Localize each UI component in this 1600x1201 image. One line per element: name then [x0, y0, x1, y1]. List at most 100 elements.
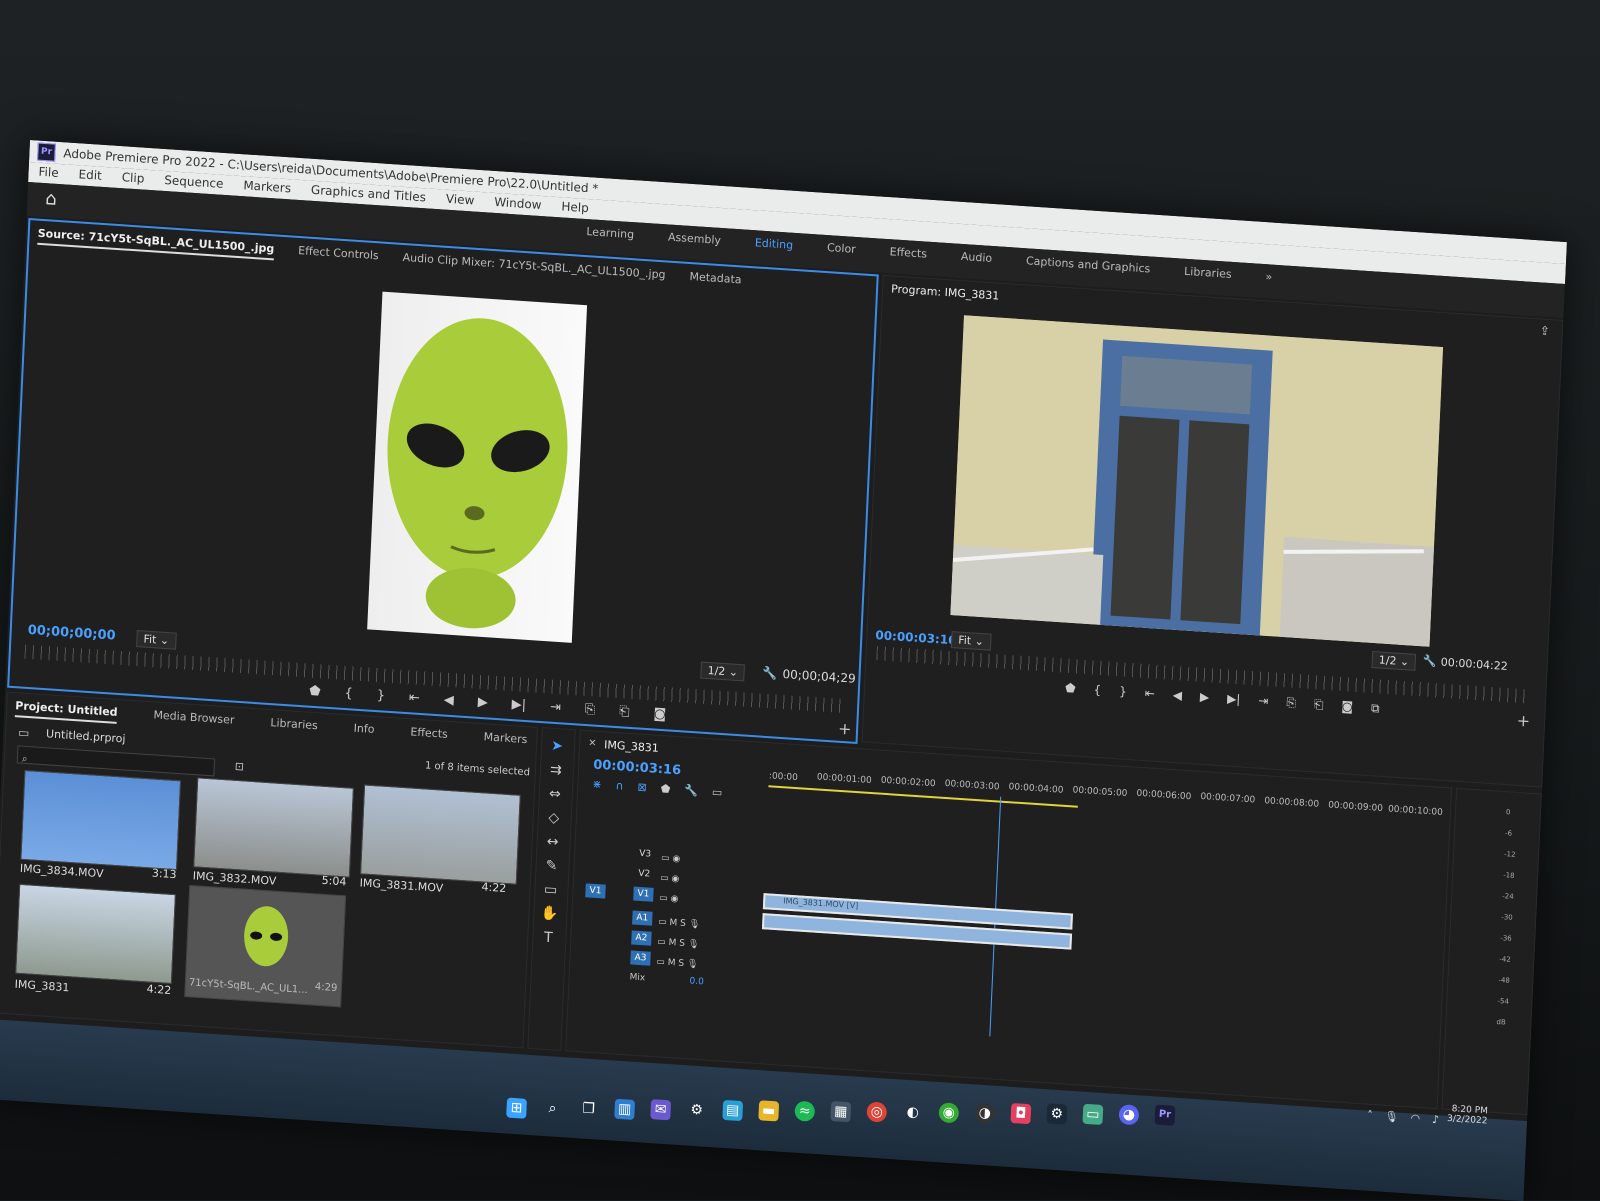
timeline-timecode[interactable]: 00:00:03:16 — [593, 758, 681, 779]
wrench-icon[interactable]: 🔧 — [762, 666, 778, 681]
menu-edit[interactable]: Edit — [78, 165, 102, 187]
mute-button[interactable]: M — [668, 938, 676, 949]
track-v2[interactable]: V2 — [634, 867, 654, 882]
linked-selection-icon[interactable]: ⊠ — [637, 781, 647, 795]
eye-icon[interactable]: ▭ ◉ — [661, 848, 681, 869]
pen-tool-icon[interactable]: ✎ — [542, 856, 561, 875]
tab-effect-controls[interactable]: Effect Controls — [298, 244, 379, 267]
solo-button[interactable]: S — [680, 919, 686, 929]
timeline-ruler[interactable]: :00:00 00:00:01:00 00:00:02:00 00:00:03:… — [768, 763, 1443, 843]
program-marker-icon[interactable]: ⬟ — [1065, 681, 1076, 697]
program-go-in-icon[interactable]: ⇤ — [1144, 686, 1155, 702]
step-forward-icon[interactable]: ▶| — [511, 697, 526, 713]
timeline-settings-icon[interactable]: 🔧 — [684, 784, 698, 798]
program-mark-in-icon[interactable]: { — [1093, 683, 1101, 698]
program-fit-dropdown[interactable]: Fit ⌄ — [950, 631, 992, 651]
windows-start-icon[interactable]: ⊞ — [506, 1097, 528, 1119]
mic-icon[interactable]: 🎙 — [688, 919, 700, 930]
slip-tool-icon[interactable]: ↔ — [543, 832, 562, 851]
file-explorer-icon[interactable]: ▬ — [758, 1100, 780, 1122]
selection-tool-icon[interactable]: ➤ — [548, 737, 567, 756]
tab-source[interactable]: Source: 71cY5t-SqBL._AC_UL1500_.jpg — [37, 226, 275, 261]
tab-media-browser[interactable]: Media Browser — [153, 708, 235, 731]
chat-icon[interactable]: ✉ — [650, 1099, 672, 1121]
chevron-up-icon[interactable]: ˄ — [1367, 1109, 1373, 1122]
menu-clip[interactable]: Clip — [121, 168, 145, 189]
widgets-icon[interactable]: ▥ — [614, 1098, 636, 1120]
app-icon[interactable]: ◑ — [974, 1102, 996, 1124]
app-icon[interactable]: ◐ — [902, 1102, 923, 1123]
program-title[interactable]: Program: IMG_3831 — [891, 282, 1000, 302]
go-to-in-icon[interactable]: ⇤ — [409, 690, 421, 706]
photos-icon[interactable]: ▦ — [830, 1101, 852, 1123]
project-item-img3831-mov[interactable] — [360, 784, 521, 885]
add-button-icon[interactable]: + — [838, 719, 852, 739]
mute-button[interactable]: M — [669, 918, 677, 929]
extract-icon[interactable]: ⎗ — [1314, 697, 1324, 713]
app-icon[interactable]: ▭ — [1082, 1103, 1104, 1126]
program-camera-icon[interactable]: ◙ — [1341, 699, 1353, 715]
captions-icon[interactable]: ▭ — [712, 785, 723, 799]
type-tool-icon[interactable]: T — [539, 928, 558, 947]
menu-help[interactable]: Help — [561, 197, 589, 219]
workspace-overflow-icon[interactable]: » — [1265, 270, 1272, 283]
spotify-icon[interactable]: ≈ — [794, 1100, 816, 1122]
camera-icon[interactable]: ◙ — [653, 706, 666, 722]
mark-in-icon[interactable]: { — [344, 686, 353, 702]
compare-icon[interactable]: ⧉ — [1371, 701, 1380, 717]
mic-icon[interactable]: 🎙 — [687, 959, 699, 970]
program-wrench-icon[interactable]: 🔧 — [1423, 654, 1437, 668]
track-a2[interactable]: A2 — [631, 930, 652, 946]
tab-metadata[interactable]: Metadata — [689, 270, 742, 291]
eye-icon[interactable]: ▭ ◉ — [660, 868, 680, 889]
program-play-icon[interactable]: ▶ — [1200, 690, 1210, 706]
tab-effects[interactable]: Effects — [410, 725, 448, 745]
program-step-back-icon[interactable]: ◀ — [1172, 688, 1182, 704]
overwrite-icon[interactable]: ⎗ — [619, 704, 630, 720]
notepad-icon[interactable]: ▤ — [722, 1099, 744, 1122]
app-icon[interactable]: ◉ — [938, 1102, 960, 1124]
project-item-img3832[interactable] — [193, 777, 354, 878]
play-icon[interactable]: ▶ — [477, 695, 488, 711]
track-select-tool-icon[interactable]: ⇉ — [547, 761, 566, 780]
program-add-icon[interactable]: + — [1516, 711, 1530, 731]
task-view-icon[interactable]: ❐ — [578, 1098, 599, 1119]
menu-view[interactable]: View — [445, 190, 475, 212]
mute-button[interactable]: M — [667, 958, 675, 969]
menu-file[interactable]: File — [38, 163, 59, 184]
step-back-icon[interactable]: ◀ — [443, 693, 454, 709]
program-step-fwd-icon[interactable]: ▶| — [1227, 691, 1241, 707]
program-mark-out-icon[interactable]: } — [1119, 684, 1127, 699]
discord-icon[interactable]: ◕ — [1118, 1104, 1140, 1126]
steam-icon[interactable]: ⚙ — [1046, 1103, 1068, 1125]
export-frame-icon[interactable]: ⇪ — [1540, 323, 1551, 338]
premiere-taskbar-icon[interactable]: Pr — [1154, 1104, 1176, 1126]
chrome-icon[interactable]: ◎ — [866, 1101, 888, 1123]
clock[interactable]: 8:20 PM 3/2/2022 — [1447, 1104, 1488, 1126]
track-v1[interactable]: V1 — [633, 886, 654, 902]
app-icon[interactable]: ◘ — [1010, 1102, 1032, 1125]
source-fit-dropdown[interactable]: Fit ⌄ — [136, 630, 177, 650]
insert-icon[interactable]: ⎘ — [584, 702, 595, 718]
tab-audio-clip-mixer[interactable]: Audio Clip Mixer: 71cY5t-SqBL._AC_UL1500… — [402, 251, 666, 286]
project-item-img3834[interactable] — [20, 769, 182, 871]
marker-icon[interactable]: ⬟ — [309, 684, 321, 700]
nest-icon[interactable]: ⋇ — [592, 778, 602, 792]
mic-icon[interactable]: 🎙 — [688, 939, 700, 950]
track-v3[interactable]: V3 — [635, 847, 655, 862]
hand-tool-icon[interactable]: ✋ — [540, 904, 559, 923]
track-a3[interactable]: A3 — [630, 950, 651, 966]
settings-gear-icon[interactable]: ⚙ — [686, 1099, 707, 1120]
go-to-out-icon[interactable]: ⇥ — [550, 700, 562, 716]
mix-value[interactable]: 0.0 — [689, 976, 704, 987]
project-item-img3831-sequence[interactable] — [15, 883, 176, 985]
source-timecode[interactable]: 00;00;00;00 — [27, 623, 115, 644]
tab-project[interactable]: Project: Untitled — [14, 699, 118, 724]
program-go-out-icon[interactable]: ⇥ — [1258, 694, 1269, 710]
add-marker-icon[interactable]: ⬟ — [660, 782, 670, 796]
search-taskbar-icon[interactable]: ⌕ — [542, 1098, 563, 1119]
volume-icon[interactable]: ♪ — [1432, 1113, 1440, 1126]
rectangle-tool-icon[interactable]: ▭ — [541, 880, 560, 899]
workspace-audio[interactable]: Audio — [961, 250, 993, 265]
razor-tool-icon[interactable]: ◇ — [544, 808, 563, 827]
